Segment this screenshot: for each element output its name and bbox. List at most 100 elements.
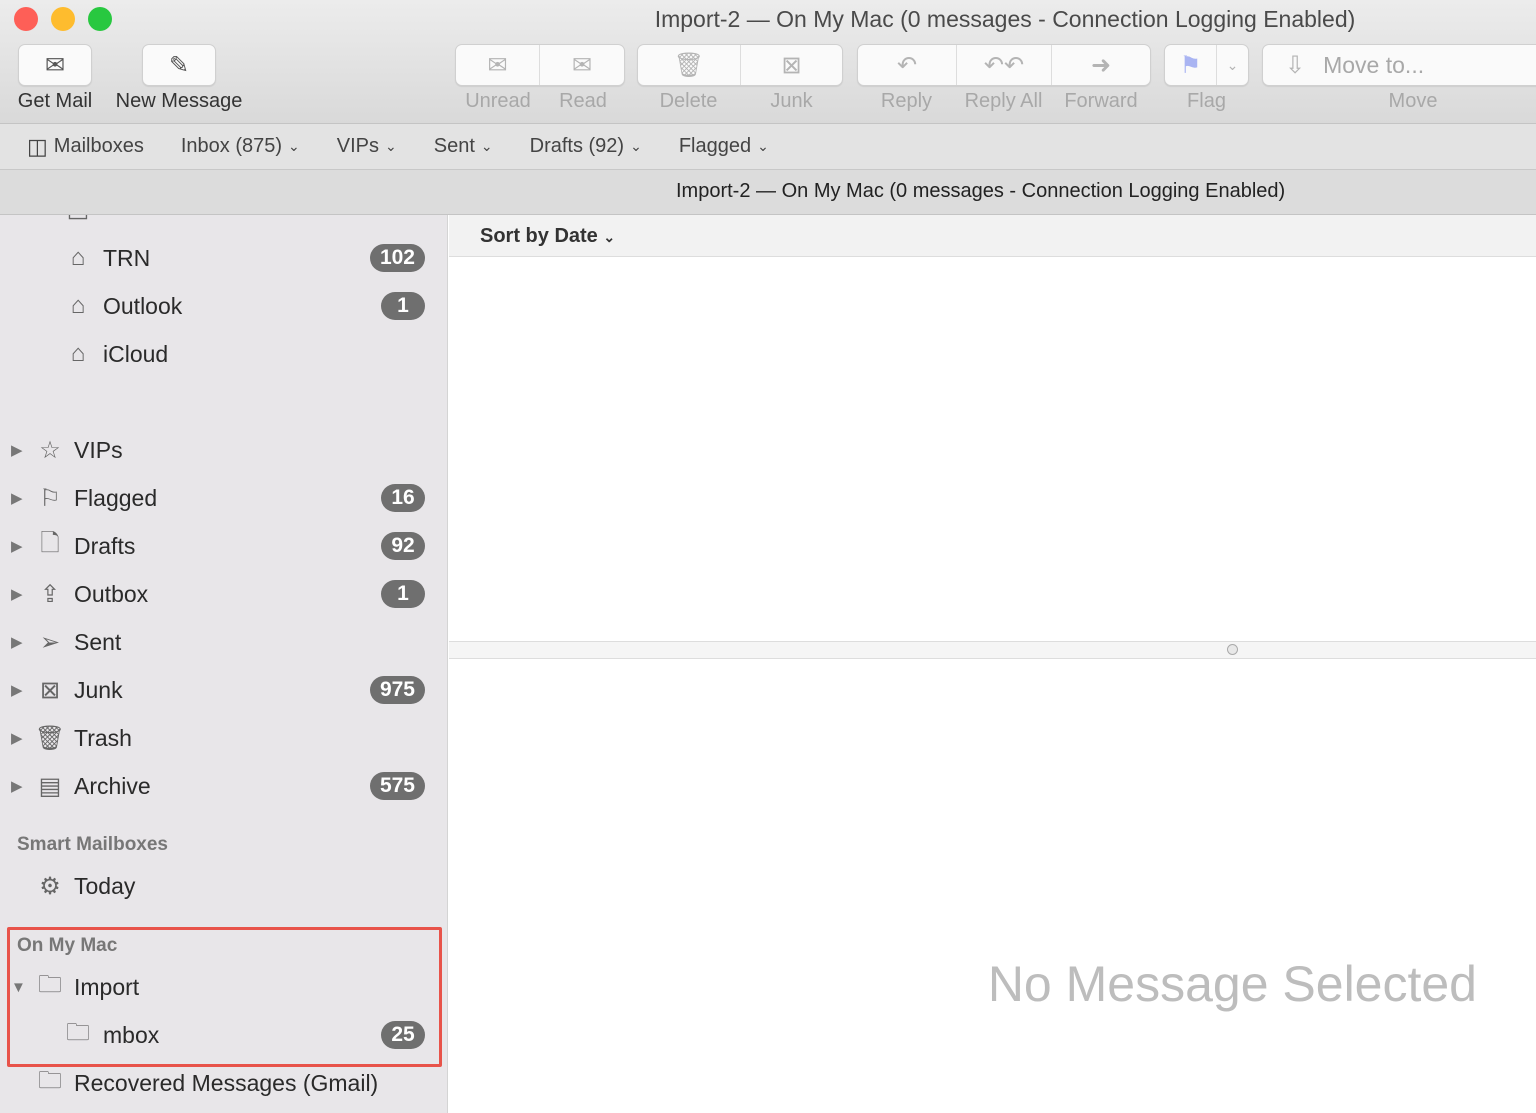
sidebar-item-label: Recovered Messages (Gmail) (74, 1069, 379, 1096)
sidebar-item-sent[interactable]: ▶ ➢ Sent (0, 622, 447, 662)
sidebar-item-partial[interactable]: ▭ (0, 215, 447, 233)
unread-envelope-icon: ✉ (487, 51, 508, 79)
disclosure-triangle-icon[interactable]: ▶ (11, 729, 23, 747)
reply-button[interactable]: ↶ (858, 45, 957, 85)
disclosure-triangle-icon[interactable]: ▶ (11, 441, 23, 459)
favorite-flagged[interactable]: Flagged ⌄ (679, 135, 769, 158)
disclosure-triangle-icon[interactable]: ▶ (11, 633, 23, 651)
sidebar-icon: ◫ (27, 133, 48, 159)
flag-group: ⚑ ⌄ (1164, 44, 1249, 86)
mailbox-title: Import-2 — On My Mac (0 messages - Conne… (676, 180, 1286, 202)
reply-all-label: Reply All (964, 90, 1043, 112)
sidebar-item-outlook[interactable]: ⌂ Outlook 1 (0, 286, 447, 326)
get-mail-label: Get Mail (17, 90, 93, 112)
sidebar-item-archive[interactable]: ▶ ▤ Archive 575 (0, 766, 447, 806)
gear-icon: ⚙ (39, 872, 61, 900)
favorite-inbox[interactable]: Inbox (875) ⌄ (181, 135, 300, 158)
count-badge: 102 (369, 244, 425, 272)
chevron-down-icon: ⌄ (385, 138, 397, 154)
inbox-icon: ⌂ (70, 292, 86, 319)
unread-read-group: ✉ ✉ (455, 44, 625, 86)
read-label: Read (559, 90, 607, 112)
flag-icon: ⚐ (39, 484, 61, 512)
sidebar-item-flagged[interactable]: ▶ ⚐ Flagged 16 (0, 478, 447, 518)
disclosure-triangle-icon[interactable]: ▶ (11, 489, 23, 507)
chevron-down-icon: ⌄ (757, 138, 769, 154)
sidebar-item-label: Archive (74, 772, 151, 799)
disclosure-triangle-icon[interactable]: ▶ (11, 777, 23, 795)
delete-button[interactable]: 🗑 (638, 45, 741, 85)
sort-button[interactable]: Sort by Date ⌄ (449, 215, 1536, 257)
divider-handle[interactable] (1227, 644, 1238, 655)
count-badge: 1 (381, 580, 425, 608)
favorite-sent[interactable]: Sent ⌄ (434, 135, 493, 158)
chevron-down-icon: ⌄ (1226, 56, 1239, 73)
chevron-down-icon: ⌄ (630, 138, 642, 154)
reply-all-button[interactable]: ↶↶ (957, 45, 1052, 85)
mailboxes-label: Mailboxes (53, 135, 144, 157)
sidebar-item-label: Trash (74, 724, 132, 751)
highlight-box (7, 927, 442, 1067)
forward-label: Forward (1064, 90, 1138, 112)
inbox-icon: ▭ (62, 215, 94, 228)
sidebar-item-label: Outbox (74, 580, 149, 607)
count-badge: 575 (369, 772, 425, 800)
sidebar-item-label: Drafts (74, 532, 136, 559)
chevron-down-icon: ⌄ (480, 138, 493, 154)
mailboxes-button[interactable]: ◫ Mailboxes (27, 134, 144, 160)
favorite-label: Inbox (875) (180, 135, 283, 157)
move-to-label: Move to... (1323, 51, 1425, 78)
sidebar-item-drafts[interactable]: ▶ 🗋 Drafts 92 (0, 526, 447, 566)
reply-label: Reply (880, 90, 933, 112)
sidebar-item-label: Outlook (103, 292, 183, 319)
unread-button[interactable]: ✉ (456, 45, 540, 85)
outbox-icon: ⇪ (39, 580, 61, 608)
forward-icon: ➜ (1090, 51, 1112, 79)
sidebar-item-junk[interactable]: ▶ ⊠ Junk 975 (0, 670, 447, 710)
favorite-label: Sent (433, 135, 475, 157)
sidebar-item-trn[interactable]: ⌂ TRN 102 (0, 238, 447, 278)
get-mail-button[interactable]: ✉ (18, 44, 92, 86)
disclosure-triangle-icon[interactable]: ▶ (11, 537, 23, 555)
pane-divider[interactable] (449, 641, 1536, 659)
favorite-vips[interactable]: VIPs ⌄ (337, 135, 397, 158)
flag-dropdown[interactable]: ⌄ (1217, 45, 1248, 85)
favorite-label: Drafts (92) (529, 135, 625, 157)
favorite-drafts[interactable]: Drafts (92) ⌄ (530, 135, 642, 158)
count-badge: 975 (369, 676, 425, 704)
disclosure-triangle-icon[interactable]: ▶ (11, 585, 23, 603)
delete-junk-group: 🗑 ⊠ (637, 44, 843, 86)
new-message-button[interactable]: ✎ (142, 44, 216, 86)
flag-button[interactable]: ⚑ (1165, 45, 1217, 85)
sidebar-item-icloud[interactable]: ⌂ iCloud (0, 334, 447, 374)
move-label: Move (1388, 90, 1438, 112)
sidebar-item-recovered[interactable]: 🗀 Recovered Messages (Gmail) (0, 1063, 447, 1103)
sidebar-item-label: Today (74, 872, 136, 899)
sidebar-item-label: VIPs (74, 436, 123, 463)
reply-all-icon: ↶↶ (983, 51, 1025, 79)
sidebar-item-vips[interactable]: ▶ ☆ VIPs (0, 430, 447, 470)
move-to-button[interactable]: ⇩ Move to... (1262, 44, 1536, 86)
flag-icon: ⚑ (1179, 51, 1202, 79)
sidebar-item-label: Junk (74, 676, 123, 703)
forward-button[interactable]: ➜ (1052, 45, 1150, 85)
sort-label: Sort by Date (480, 225, 598, 247)
chevron-down-icon: ⌄ (603, 229, 616, 245)
sidebar-item-trash[interactable]: ▶ 🗑 Trash (0, 718, 447, 758)
junk-label: Junk (770, 90, 813, 112)
star-icon: ☆ (39, 436, 61, 464)
reply-group: ↶ ↶↶ ➜ (857, 44, 1151, 86)
chevron-down-icon: ⌄ (288, 138, 300, 154)
sidebar-item-today[interactable]: ⚙ Today (0, 866, 447, 906)
read-envelope-icon: ✉ (571, 51, 593, 79)
favorite-label: Flagged (678, 135, 752, 157)
sidebar-item-outbox[interactable]: ▶ ⇪ Outbox 1 (0, 574, 447, 614)
disclosure-triangle-icon[interactable]: ▶ (11, 681, 23, 699)
junk-button[interactable]: ⊠ (741, 45, 842, 85)
sidebar-item-label: Flagged (74, 484, 158, 511)
folder-icon: 🗀 (38, 1066, 62, 1094)
read-button[interactable]: ✉ (540, 45, 624, 85)
new-message-label: New Message (115, 90, 243, 112)
unread-label: Unread (465, 90, 531, 112)
move-icon: ⇩ (1285, 51, 1306, 79)
